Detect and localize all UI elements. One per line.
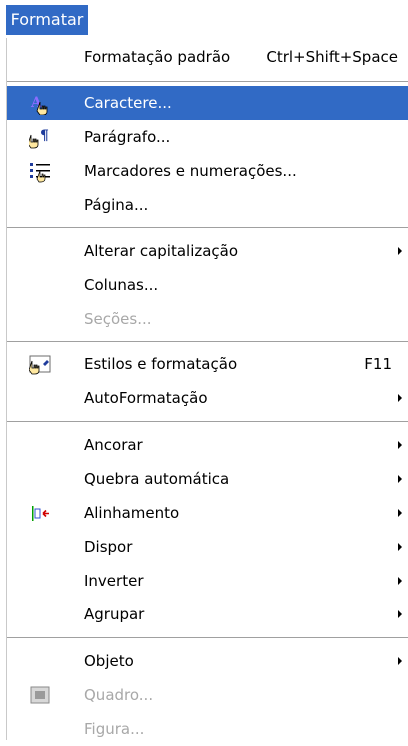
svg-text:A: A [30, 95, 43, 111]
menu-item-page[interactable]: Página... [7, 188, 408, 222]
separator [7, 341, 408, 345]
menu-item-wrap[interactable]: Quebra automática [7, 462, 408, 496]
menu-item-arrange[interactable]: Dispor [7, 530, 408, 564]
separator [7, 81, 408, 85]
menu-item-label: Quadro... [84, 686, 154, 704]
submenu-arrow-icon [398, 394, 402, 402]
menu-item-label: Agrupar [84, 605, 145, 623]
submenu-arrow-icon [398, 247, 402, 255]
submenu-arrow-icon [398, 610, 402, 618]
menu-item-character[interactable]: A Caractere... [7, 86, 408, 120]
menu-item-label: Formatação padrão [84, 48, 231, 66]
bullets-numbering-icon [29, 161, 53, 183]
menu-item-shortcut: F11 [364, 355, 392, 373]
menu-item-label: Alterar capitalização [84, 242, 239, 260]
menu-item-label: Página... [84, 196, 149, 214]
menu-bar: Formatar [0, 0, 408, 38]
alignment-icon [29, 503, 53, 523]
styles-formatting-icon [28, 354, 53, 375]
menu-item-label: Objeto [84, 652, 134, 670]
menu-item-default-formatting[interactable]: Formatação padrão Ctrl+Shift+Space [7, 40, 408, 74]
menu-item-label: Figura... [84, 720, 145, 738]
menu-item-label: AutoFormatação [84, 389, 208, 407]
submenu-arrow-icon [398, 577, 402, 585]
menu-item-columns[interactable]: Colunas... [7, 268, 408, 302]
menu-item-frame: Quadro... [7, 678, 408, 712]
submenu-arrow-icon [398, 475, 402, 483]
separator [7, 637, 408, 641]
menu-item-label: Inverter [84, 572, 144, 590]
menu-item-label: Seções... [84, 310, 152, 328]
menu-item-flip[interactable]: Inverter [7, 564, 408, 598]
character-pointer-icon: A [29, 93, 53, 116]
menu-item-label: Ancorar [84, 436, 143, 454]
menu-item-autoformat[interactable]: AutoFormatação [7, 381, 408, 415]
separator [7, 227, 408, 231]
separator [7, 421, 408, 425]
menu-item-label: Marcadores e numerações... [84, 162, 297, 180]
submenu-arrow-icon [398, 509, 402, 517]
paragraph-pointer-icon: ¶ [27, 127, 53, 149]
menu-item-label: Estilos e formatação [84, 355, 238, 373]
menu-item-label: Colunas... [84, 276, 159, 294]
submenu-arrow-icon [398, 657, 402, 665]
menu-title-formatar[interactable]: Formatar [6, 5, 88, 35]
menu-item-label: Quebra automática [84, 470, 230, 488]
menu-item-paragraph[interactable]: ¶ Parágrafo... [7, 120, 408, 154]
menu-item-label: Caractere... [84, 94, 172, 112]
menu-item-styles-formatting[interactable]: Estilos e formatação F11 [7, 347, 408, 381]
menu-item-bullets-numbering[interactable]: Marcadores e numerações... [7, 154, 408, 188]
frame-icon [29, 685, 53, 705]
menu-item-anchor[interactable]: Ancorar [7, 428, 408, 462]
menu-item-label: Parágrafo... [84, 128, 171, 146]
menu-item-group[interactable]: Agrupar [7, 597, 408, 631]
submenu-arrow-icon [398, 543, 402, 551]
menu-item-object[interactable]: Objeto [7, 644, 408, 678]
submenu-arrow-icon [398, 441, 402, 449]
menu-item-sections: Seções... [7, 302, 408, 336]
menu-item-alignment[interactable]: Alinhamento [7, 496, 408, 530]
format-menu: Formatação padrão Ctrl+Shift+Space A Car… [6, 38, 408, 740]
menu-item-label: Dispor [84, 538, 133, 556]
menu-item-shortcut: Ctrl+Shift+Space [266, 48, 398, 66]
menu-item-picture: Figura... [7, 712, 408, 746]
svg-text:¶: ¶ [40, 128, 49, 144]
menu-item-change-case[interactable]: Alterar capitalização [7, 234, 408, 268]
menu-item-label: Alinhamento [84, 504, 180, 522]
